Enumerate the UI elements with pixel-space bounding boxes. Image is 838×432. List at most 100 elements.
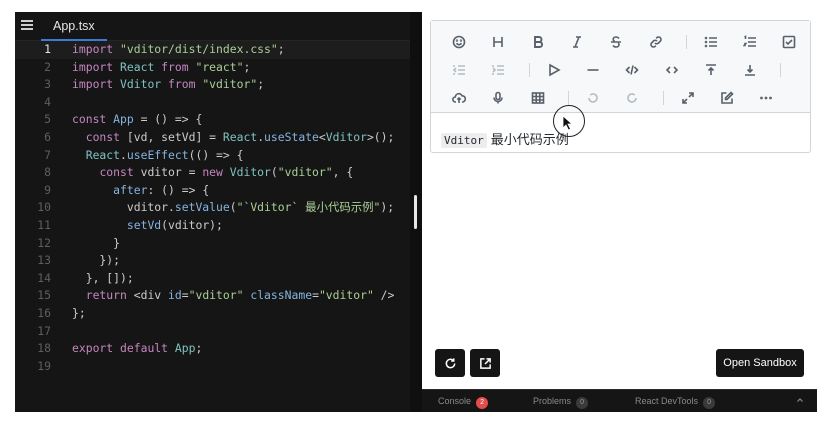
check-icon: [783, 35, 796, 49]
devtools-tab-react-devtools[interactable]: React DevTools 0: [635, 394, 716, 409]
code-line[interactable]: 1 import "vditor/dist/index.css";: [15, 41, 410, 59]
count-badge: 0: [576, 397, 589, 409]
line-number: 15: [37, 288, 51, 303]
line-number: 5: [44, 112, 51, 127]
edit-mode-icon: [720, 91, 734, 104]
editor-tab-bar: App.tsx: [15, 12, 410, 41]
line-text: import Vditor from "vditor";: [72, 77, 265, 92]
line-text: import "vditor/dist/index.css";: [72, 42, 285, 56]
italic-button[interactable]: [565, 31, 589, 53]
insert-after-button[interactable]: [738, 59, 762, 81]
code-line[interactable]: 9 after: () => {: [15, 182, 410, 200]
line-text: setVd(vditor);: [126, 217, 223, 232]
code-line[interactable]: 14 }, []);: [15, 270, 410, 288]
file-tab[interactable]: App.tsx: [41, 12, 107, 41]
list-button[interactable]: [699, 31, 723, 53]
insert-after-icon: [745, 65, 756, 76]
inline-code: Vditor: [441, 133, 487, 148]
code-line[interactable]: 16};: [15, 305, 410, 323]
code-line[interactable]: 7 React.useEffect(() => {: [15, 147, 410, 165]
check-button[interactable]: [777, 31, 801, 53]
italic-icon: [572, 36, 581, 48]
bold-icon: [533, 36, 543, 48]
code-line[interactable]: 4: [15, 94, 410, 112]
vditor-editor[interactable]: Vditor 最小代码示例: [430, 20, 811, 153]
upload-button[interactable]: [447, 87, 471, 109]
table-button[interactable]: [526, 87, 550, 109]
code-line[interactable]: 5 const App = () => {: [15, 111, 410, 129]
line-number: 1: [44, 42, 51, 56]
split-divider[interactable]: [410, 12, 422, 412]
toolbar-separator: [567, 91, 569, 105]
open-new-window-button[interactable]: [470, 349, 500, 377]
code-editor[interactable]: App.tsx 1 import "vditor/dist/index.css";…: [15, 12, 410, 412]
menu-icon[interactable]: [21, 20, 33, 30]
count-badge: 2: [476, 397, 489, 409]
bold-button[interactable]: [526, 31, 550, 53]
devtools-tab-label: React DevTools: [635, 396, 699, 406]
devtools-tab-label: Console: [438, 396, 472, 406]
link-button[interactable]: [644, 31, 668, 53]
edit-mode-button[interactable]: [715, 87, 739, 109]
code-line[interactable]: 12 }: [15, 235, 410, 253]
outdent-icon: [452, 65, 465, 75]
code-line[interactable]: 19: [15, 358, 410, 376]
code-line[interactable]: 2 import React from "react";: [15, 59, 410, 77]
devtools-tab-problems[interactable]: Problems 0: [533, 394, 589, 409]
undo-button[interactable]: [581, 87, 605, 109]
line-button[interactable]: [581, 59, 605, 81]
mouse-pointer-icon: [562, 115, 574, 131]
indent-button[interactable]: [486, 59, 510, 81]
refresh-button[interactable]: [435, 349, 465, 377]
emoji-button[interactable]: [447, 31, 471, 53]
vditor-content[interactable]: Vditor 最小代码示例: [441, 129, 569, 148]
line-number: 9: [44, 182, 51, 197]
ordered-list-button[interactable]: [738, 31, 762, 53]
line-number: 17: [37, 323, 51, 338]
devtools-tab-console[interactable]: Console 2: [438, 394, 489, 409]
inline-code-button[interactable]: [660, 59, 684, 81]
line-number: 2: [44, 59, 51, 74]
code-area[interactable]: 1 import "vditor/dist/index.css"; 2 import …: [15, 41, 410, 375]
ordered-list-icon: [743, 35, 757, 47]
line-number: 7: [44, 147, 51, 162]
redo-button[interactable]: [620, 87, 644, 109]
heading-button[interactable]: [486, 31, 510, 53]
line-number: 10: [37, 200, 51, 215]
line-text: }, []);: [72, 270, 134, 285]
more-icon: [760, 96, 772, 100]
line-number: 12: [37, 235, 51, 250]
inline-code-icon: [665, 66, 678, 74]
code-line[interactable]: 8 const vditor = new Vditor("vditor", {: [15, 164, 410, 182]
record-button[interactable]: [486, 87, 510, 109]
strike-button[interactable]: [604, 31, 628, 53]
code-line[interactable]: 3 import Vditor from "vditor";: [15, 76, 410, 94]
open-sandbox-button[interactable]: Open Sandbox: [716, 349, 804, 377]
code-icon: [625, 65, 639, 75]
code-line[interactable]: 11 setVd(vditor);: [15, 217, 410, 235]
line-number: 19: [37, 358, 51, 373]
line-text: export default App;: [72, 341, 203, 356]
fullscreen-button[interactable]: [676, 87, 700, 109]
line-number: 8: [44, 165, 51, 180]
list-icon: [704, 36, 717, 48]
more-button[interactable]: [754, 87, 778, 109]
insert-before-button[interactable]: [699, 59, 723, 81]
line-number: 18: [37, 341, 51, 356]
code-line[interactable]: 13 });: [15, 252, 410, 270]
code-line[interactable]: 18 export default App;: [15, 340, 410, 358]
quote-button[interactable]: [542, 59, 566, 81]
code-line[interactable]: 10 vditor.setValue("`Vditor` 最小代码示例");: [15, 199, 410, 217]
refresh-icon: [445, 357, 455, 368]
line-text: }: [72, 235, 121, 250]
outdent-button[interactable]: [447, 59, 471, 81]
line-text: return <div id="vditor" className="vdito…: [85, 288, 395, 303]
code-line[interactable]: 6 const [vd, setVd] = React.useState<Vdi…: [15, 129, 410, 147]
code-line[interactable]: 15 return <div id="vditor" className="vd…: [15, 287, 410, 305]
code-button[interactable]: [620, 59, 644, 81]
line-number: 11: [37, 217, 51, 232]
chevron-up-icon[interactable]: [796, 396, 804, 404]
code-line[interactable]: 17: [15, 323, 410, 341]
resize-handle[interactable]: [414, 195, 417, 229]
content-text: 最小代码示例: [490, 132, 569, 147]
